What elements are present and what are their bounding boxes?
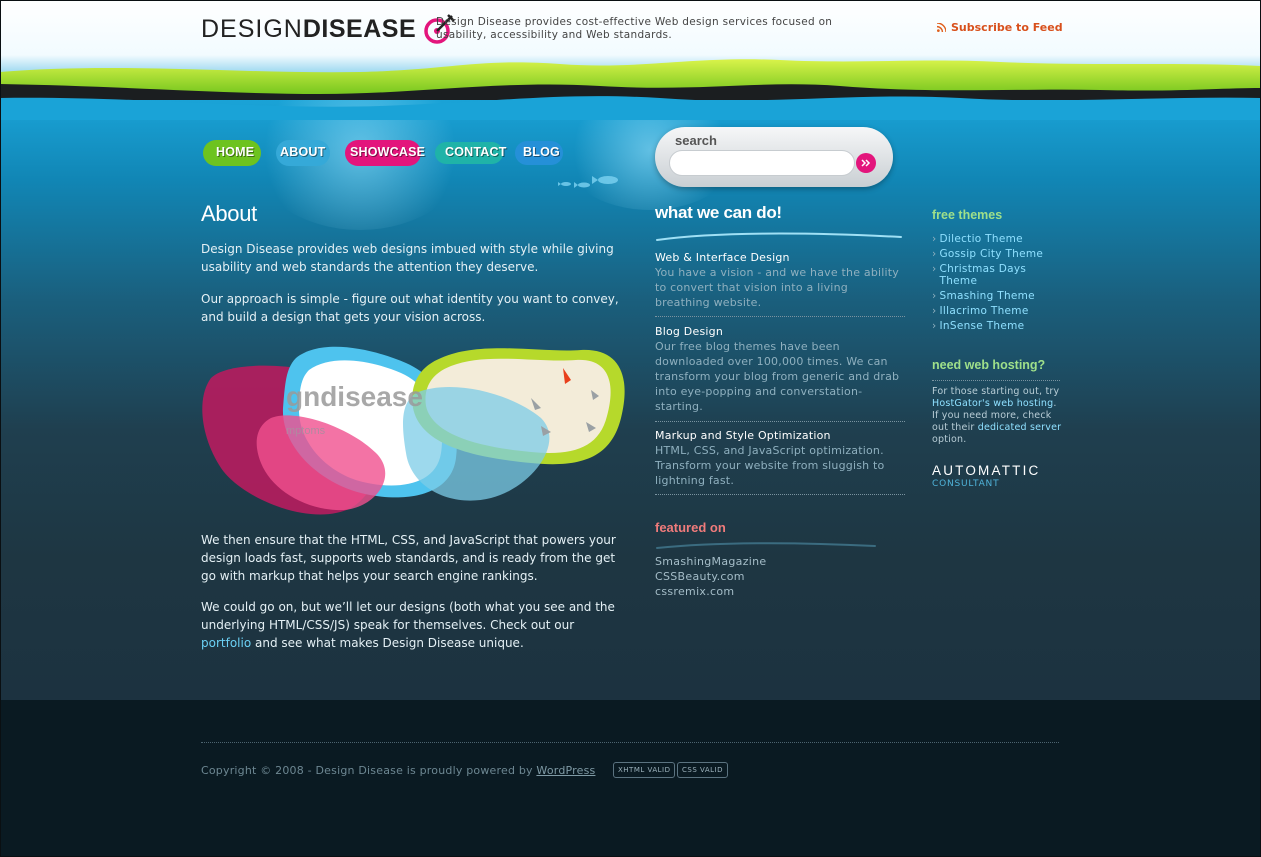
service-item: Markup and Style Optimization HTML, CSS,… bbox=[655, 429, 905, 488]
service-item: Blog Design Our free blog themes have be… bbox=[655, 325, 905, 414]
page-background: DESIGN DISEASE Design Disease provides co… bbox=[0, 0, 1261, 857]
theme-link[interactable]: › Dilectio Theme bbox=[932, 233, 1062, 245]
about-illustration: gndisease mptoms bbox=[202, 346, 625, 515]
theme-link[interactable]: › InSense Theme bbox=[932, 320, 1062, 332]
theme-link[interactable]: › Illacrimo Theme bbox=[932, 305, 1062, 317]
about-text: We could go on, but we’ll let our design… bbox=[201, 600, 615, 632]
hosting-text: For those starting out, try HostGator's … bbox=[932, 386, 1062, 446]
site-tagline: Design Disease provides cost-effective W… bbox=[436, 16, 833, 41]
double-chevron-right-icon bbox=[861, 159, 871, 167]
page-title: About bbox=[201, 201, 257, 226]
nav-contact-label: CONTACT bbox=[445, 145, 507, 159]
site-logo[interactable]: DESIGN DISEASE bbox=[201, 12, 456, 46]
portfolio-link[interactable]: portfolio bbox=[201, 636, 251, 650]
hostgator-link[interactable]: HostGator's web hosting bbox=[932, 398, 1053, 409]
services-title: what we can do! bbox=[655, 203, 782, 222]
footer-divider bbox=[201, 742, 1059, 743]
rss-icon bbox=[937, 23, 946, 32]
search-input[interactable] bbox=[669, 150, 855, 176]
free-themes-title: free themes bbox=[932, 208, 1003, 222]
hosting-copy: option. bbox=[932, 434, 967, 445]
nav-blog[interactable]: BLOG bbox=[515, 138, 567, 168]
about-paragraph: We then ensure that the HTML, CSS, and J… bbox=[201, 533, 616, 583]
illustration-sub: mptoms bbox=[286, 425, 326, 437]
theme-link-label: Illacrimo Theme bbox=[939, 305, 1029, 317]
logo-text-bold: DISEASE bbox=[302, 14, 417, 43]
about-paragraph: Design Disease provides web designs imbu… bbox=[201, 242, 614, 274]
hosting-title: need web hosting? bbox=[932, 358, 1046, 372]
featured-underline bbox=[656, 542, 876, 549]
theme-link-label: Gossip City Theme bbox=[939, 248, 1044, 260]
chevron-right-icon: › bbox=[932, 263, 937, 275]
service-item: Web & Interface Design You have a vision… bbox=[655, 251, 905, 310]
chevron-right-icon: › bbox=[932, 320, 937, 332]
nav-home[interactable]: HOME bbox=[201, 138, 263, 168]
search-submit-button[interactable] bbox=[856, 153, 876, 173]
theme-link[interactable]: › Gossip City Theme bbox=[932, 248, 1062, 260]
fish-decoration bbox=[558, 176, 618, 188]
consultant-label: CONSULTANT bbox=[932, 479, 1000, 489]
copyright-text: Copyright © 2008 - Design Disease is pro… bbox=[201, 764, 537, 777]
subscribe-label: Subscribe to Feed bbox=[951, 21, 1063, 34]
featured-link[interactable]: CSSBeauty.com bbox=[655, 570, 745, 583]
chevron-right-icon: › bbox=[932, 305, 937, 317]
featured-title: featured on bbox=[655, 520, 726, 535]
services-underline bbox=[656, 232, 902, 241]
divider bbox=[655, 421, 905, 422]
nav-showcase-label: SHOWCASE bbox=[350, 145, 426, 159]
css-valid-badge[interactable]: CSS VALID bbox=[677, 762, 728, 778]
footer-background bbox=[0, 700, 1261, 857]
chevron-right-icon: › bbox=[932, 248, 937, 260]
automattic-logo[interactable]: AUTOMATTIC bbox=[932, 463, 1041, 478]
subscribe-feed-link[interactable]: Subscribe to Feed bbox=[937, 21, 1063, 34]
theme-link-label: InSense Theme bbox=[939, 320, 1025, 332]
theme-link-label: Smashing Theme bbox=[939, 290, 1035, 302]
nav-blog-label: BLOG bbox=[523, 145, 560, 159]
nav-about-label: ABOUT bbox=[280, 145, 326, 159]
search-label: search bbox=[675, 133, 717, 148]
service-description: Our free blog themes have been downloade… bbox=[655, 340, 900, 413]
divider bbox=[932, 380, 1060, 381]
theme-link[interactable]: › Smashing Theme bbox=[932, 290, 1062, 302]
featured-link[interactable]: cssremix.com bbox=[655, 585, 734, 598]
illustration-word: gndisease bbox=[286, 381, 423, 412]
nav-contact[interactable]: CONTACT bbox=[435, 138, 507, 168]
copyright: Copyright © 2008 - Design Disease is pro… bbox=[201, 764, 595, 777]
wordpress-link[interactable]: WordPress bbox=[536, 764, 595, 777]
hosting-copy: For those starting out, try bbox=[932, 386, 1060, 397]
about-paragraph: We could go on, but we’ll let our design… bbox=[201, 598, 626, 652]
nav-home-label: HOME bbox=[216, 145, 255, 159]
service-description: You have a vision - and we have the abil… bbox=[655, 266, 899, 309]
chevron-right-icon: › bbox=[932, 290, 937, 302]
chevron-right-icon: › bbox=[932, 233, 937, 245]
service-description: HTML, CSS, and JavaScript optimization. … bbox=[655, 444, 885, 487]
divider bbox=[655, 494, 905, 495]
theme-link-label: Christmas Days Theme bbox=[939, 263, 1027, 287]
about-text: and see what makes Design Disease unique… bbox=[251, 636, 524, 650]
service-title: Markup and Style Optimization bbox=[655, 429, 831, 442]
xhtml-valid-badge[interactable]: XHTML VALID bbox=[613, 762, 676, 778]
dedicated-server-link[interactable]: dedicated server bbox=[978, 422, 1061, 433]
about-paragraph: Our approach is simple - figure out what… bbox=[201, 292, 619, 324]
featured-link[interactable]: SmashingMagazine bbox=[655, 555, 766, 568]
service-title: Blog Design bbox=[655, 325, 723, 338]
logo-text-light: DESIGN bbox=[201, 14, 303, 43]
service-title: Web & Interface Design bbox=[655, 251, 790, 264]
nav-showcase[interactable]: SHOWCASE bbox=[345, 138, 425, 168]
header-wave bbox=[0, 59, 1261, 120]
nav-about[interactable]: ABOUT bbox=[274, 138, 334, 168]
divider bbox=[655, 316, 905, 317]
theme-link[interactable]: › Christmas Days Theme bbox=[932, 263, 1062, 287]
theme-link-label: Dilectio Theme bbox=[939, 233, 1023, 245]
